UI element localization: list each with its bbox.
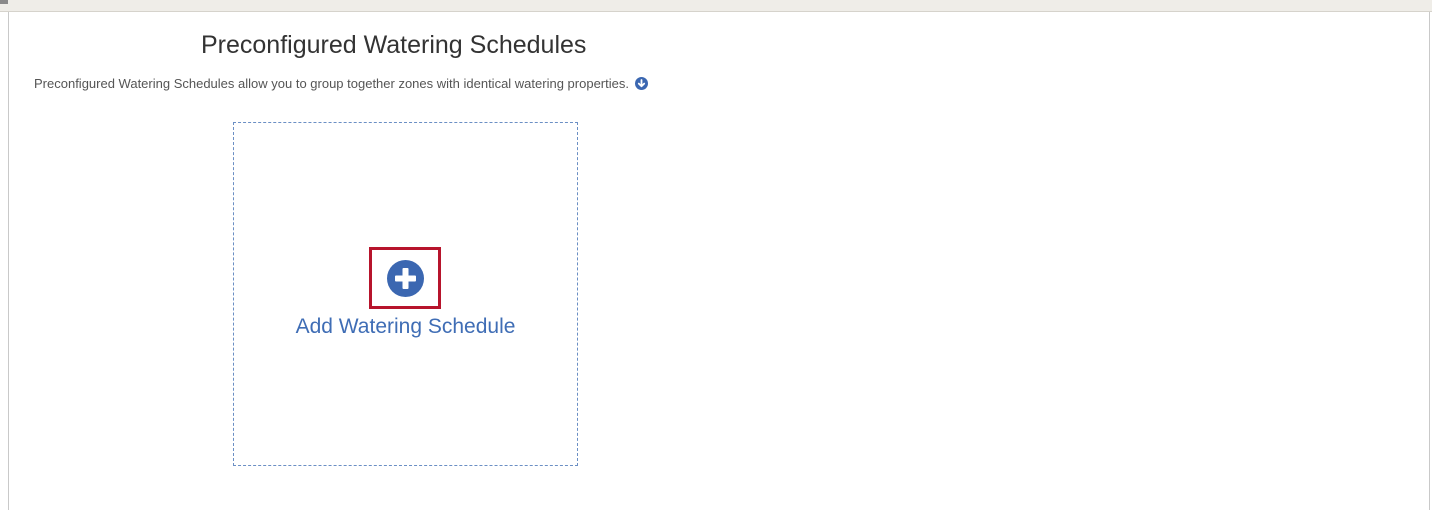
- plus-circle-icon[interactable]: [386, 259, 424, 297]
- corner-mark: [0, 0, 8, 4]
- watering-schedules-panel: Preconfigured Watering Schedules Preconf…: [8, 12, 1430, 510]
- add-watering-schedule-label[interactable]: Add Watering Schedule: [234, 315, 577, 339]
- description-text: Preconfigured Watering Schedules allow y…: [34, 76, 629, 91]
- page-title: Preconfigured Watering Schedules: [201, 31, 587, 59]
- chevron-down-circle-icon[interactable]: [634, 77, 648, 90]
- description-row: Preconfigured Watering Schedules allow y…: [34, 76, 648, 91]
- highlight-frame: [369, 247, 441, 309]
- add-watering-schedule-card[interactable]: Add Watering Schedule: [233, 122, 578, 466]
- top-strip: [0, 0, 1432, 12]
